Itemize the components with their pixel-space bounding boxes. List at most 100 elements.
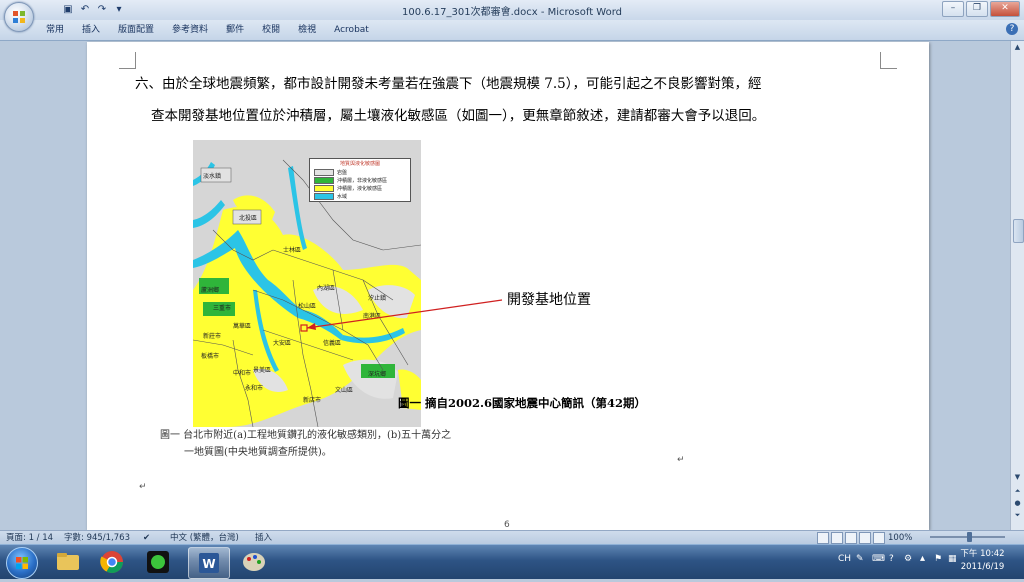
svg-text:W: W bbox=[202, 557, 215, 571]
window-title: 100.6.17_301次都審會.docx - Microsoft Word bbox=[401, 7, 623, 18]
map-place-label: 文山區 bbox=[335, 386, 353, 394]
legend-swatch bbox=[314, 169, 334, 176]
ime-icon[interactable]: ✎ bbox=[856, 554, 864, 564]
taskbar-paint[interactable] bbox=[234, 547, 274, 577]
legend-swatch bbox=[314, 177, 334, 184]
prev-page-icon[interactable]: ⏶ bbox=[1012, 487, 1023, 497]
clock-date: 2011/6/19 bbox=[960, 562, 1005, 572]
legend-swatch bbox=[314, 185, 334, 192]
map-place-label: 士林區 bbox=[283, 246, 301, 254]
full-screen-reading-icon[interactable] bbox=[831, 532, 843, 544]
map-place-label: 大安區 bbox=[273, 339, 291, 347]
map-legend: 地質與液化敏感圖 岩盤沖積層，非液化敏感區 沖積層，液化敏感區 水域 bbox=[309, 158, 411, 202]
figure-caption: 圖一 摘自2002.6國家地震中心簡訊（第42期） bbox=[398, 396, 647, 410]
zoom-level[interactable]: 100% bbox=[888, 532, 912, 544]
map-place-label: 萬華區 bbox=[233, 322, 251, 330]
paragraph-line: 六、由於全球地震頻繁，都市設計開發未考量若在強震下（地震規模 7.5），可能引起… bbox=[135, 76, 762, 92]
legend-item: 水域 bbox=[314, 193, 347, 200]
map-place-label: 景美區 bbox=[253, 366, 271, 374]
legend-swatch bbox=[314, 193, 334, 200]
ribbon-tab[interactable]: 插入 bbox=[73, 23, 109, 37]
map-place-label: 深坑鄉 bbox=[368, 370, 386, 378]
keyboard-icon[interactable]: ⌨ bbox=[872, 554, 885, 564]
page-number: 6 bbox=[504, 520, 510, 530]
map-place-label: 北投區 bbox=[239, 214, 257, 222]
map-place-label: 中和市 bbox=[233, 369, 251, 377]
taskbar-app[interactable] bbox=[138, 547, 178, 577]
zoom-slider-thumb[interactable] bbox=[967, 532, 972, 542]
office-button[interactable] bbox=[4, 2, 34, 32]
geology-map: 淡水鎮 北投區 士林區 內湖區 汐止鎮 蘆洲鄉 三重市 松山區 南港區 新莊市 大安區 信義區 板橋市中… bbox=[193, 140, 421, 427]
outline-view-icon[interactable] bbox=[859, 532, 871, 544]
help-tray-icon[interactable]: ? bbox=[889, 554, 894, 564]
paragraph-mark-icon: ↵ bbox=[139, 482, 147, 492]
caption-line: 圖一 台北市附近(a)工程地質鑽孔的液化敏感類別，(b)五十萬分之 bbox=[160, 430, 452, 441]
view-buttons bbox=[817, 532, 885, 544]
chrome-icon bbox=[100, 551, 123, 573]
legend-item: 沖積層，液化敏感區 bbox=[314, 185, 382, 192]
crop-mark bbox=[119, 52, 136, 69]
paragraph-line: 查本開發基地位置位於沖積層，屬土壤液化敏感區（如圖一），更無章節敘述，建請都審大… bbox=[151, 108, 766, 124]
ribbon-tab[interactable]: 校閱 bbox=[253, 23, 289, 37]
clock-time: 下午 10:42 bbox=[960, 549, 1005, 559]
taskbar: W CH ✎ ⌨ ? ⚙ ▴ ⚑ ▦ 下午 10:42 2011/6/19 bbox=[0, 544, 1024, 579]
ribbon-tab[interactable]: 常用 bbox=[46, 23, 73, 37]
scroll-thumb[interactable] bbox=[1013, 219, 1024, 243]
start-button[interactable] bbox=[6, 547, 38, 579]
crop-mark bbox=[880, 52, 897, 69]
language-indicator[interactable]: 中文 (繁體，台灣) bbox=[170, 532, 239, 544]
taskbar-explorer[interactable] bbox=[48, 547, 88, 577]
next-page-icon[interactable]: ⏷ bbox=[1012, 511, 1023, 521]
scroll-down-icon[interactable]: ▼ bbox=[1012, 473, 1023, 483]
input-language[interactable]: CH bbox=[838, 554, 851, 564]
clock[interactable]: 下午 10:42 2011/6/19 bbox=[955, 548, 1010, 574]
ribbon-tab[interactable]: 版面配置 bbox=[109, 23, 163, 37]
help-icon[interactable]: ? bbox=[1006, 23, 1018, 35]
document-page[interactable]: 六、由於全球地震頻繁，都市設計開發未考量若在強震下（地震規模 7.5），可能引起… bbox=[87, 42, 929, 530]
spelling-check-icon[interactable]: ✔ bbox=[143, 532, 150, 544]
windows-logo-icon bbox=[16, 557, 28, 569]
ribbon-tab[interactable]: 郵件 bbox=[217, 23, 253, 37]
status-bar: 頁面: 1 / 14 字數: 945/1,763 ✔ 中文 (繁體，台灣) 插入… bbox=[0, 530, 1024, 545]
legend-item: 沖積層，非液化敏感區 bbox=[314, 177, 387, 184]
select-browse-object-icon[interactable]: ● bbox=[1012, 499, 1023, 509]
map-place-label: 蘆洲鄉 bbox=[201, 286, 219, 294]
word-count[interactable]: 字數: 945/1,763 bbox=[64, 532, 130, 544]
web-layout-icon[interactable] bbox=[845, 532, 857, 544]
map-original-caption: 圖一 台北市附近(a)工程地質鑽孔的液化敏感類別，(b)五十萬分之 一地質圖(中… bbox=[160, 427, 451, 461]
map-place-label: 內湖區 bbox=[317, 284, 335, 292]
restore-button[interactable]: ❐ bbox=[966, 1, 988, 17]
scroll-up-icon[interactable]: ▲ bbox=[1012, 43, 1023, 53]
word-icon: W bbox=[199, 553, 219, 573]
caption-line: 一地質圖(中央地質調查所提供)。 bbox=[184, 447, 332, 458]
taskbar-word[interactable]: W bbox=[188, 547, 230, 579]
map-place-label: 新莊市 bbox=[203, 332, 221, 340]
show-hidden-icons[interactable]: ▴ bbox=[920, 553, 925, 564]
action-center-flag-icon[interactable]: ⚑ bbox=[934, 554, 942, 564]
legend-label: 沖積層，液化敏感區 bbox=[337, 186, 383, 192]
map-place-label: 淡水鎮 bbox=[203, 172, 221, 180]
insert-mode[interactable]: 插入 bbox=[255, 532, 272, 544]
draft-view-icon[interactable] bbox=[873, 532, 885, 544]
green-app-icon bbox=[147, 551, 169, 573]
close-button[interactable]: ✕ bbox=[990, 1, 1020, 17]
callout-label: 開發基地位置 bbox=[507, 292, 591, 308]
print-layout-icon[interactable] bbox=[817, 532, 829, 544]
taskbar-chrome[interactable] bbox=[92, 547, 132, 577]
vertical-scrollbar[interactable]: ▲ ▼ ⏶ ● ⏷ bbox=[1010, 41, 1024, 530]
map-place-label: 三重市 bbox=[213, 304, 231, 312]
page-indicator[interactable]: 頁面: 1 / 14 bbox=[6, 532, 53, 544]
legend-label: 沖積層，非液化敏感區 bbox=[337, 178, 388, 184]
map-place-label: 永和市 bbox=[245, 384, 263, 392]
legend-title: 地質與液化敏感圖 bbox=[339, 161, 380, 167]
settings-icon[interactable]: ⚙ bbox=[904, 554, 912, 564]
ribbon-tab[interactable]: Acrobat bbox=[325, 23, 378, 37]
callout-arrow bbox=[306, 299, 503, 330]
paint-icon bbox=[243, 553, 265, 571]
map-place-label: 新店市 bbox=[303, 396, 321, 404]
ribbon-tab[interactable]: 檢視 bbox=[289, 23, 325, 37]
title-bar: ▣ ↶ ↷ ▾ 100.6.17_301次都審會.docx - Microsof… bbox=[0, 0, 1024, 32]
ribbon-tab[interactable]: 參考資料 bbox=[163, 23, 217, 37]
legend-item: 岩盤 bbox=[314, 169, 347, 176]
minimize-button[interactable]: – bbox=[942, 1, 964, 17]
